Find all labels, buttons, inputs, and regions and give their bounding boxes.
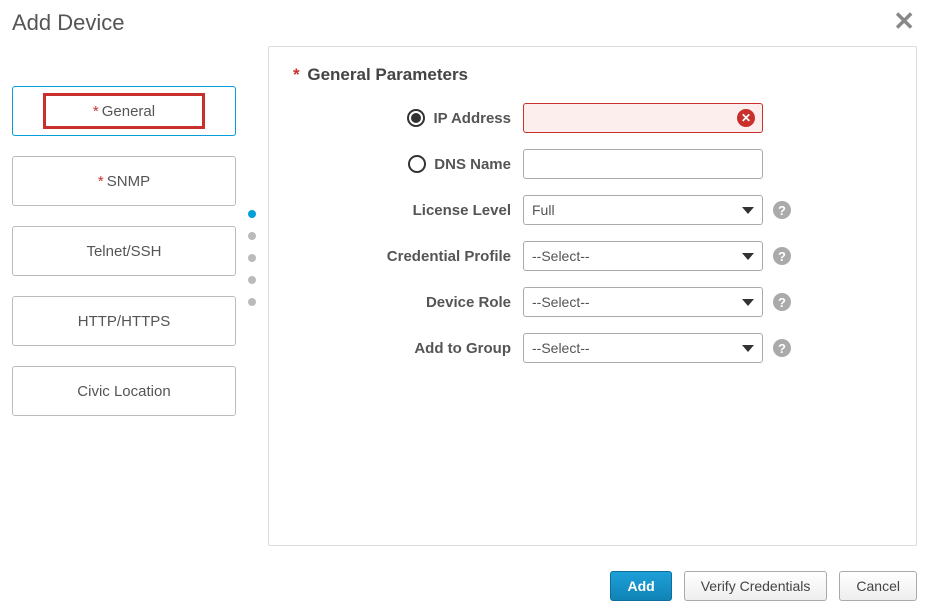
help-icon[interactable]: ? bbox=[773, 293, 791, 311]
verify-credentials-button[interactable]: Verify Credentials bbox=[684, 571, 828, 601]
ip-address-radio[interactable] bbox=[407, 109, 425, 127]
help-icon[interactable]: ? bbox=[773, 339, 791, 357]
sidebar-item-telnet-ssh[interactable]: Telnet/SSH bbox=[12, 226, 236, 276]
required-star: * bbox=[98, 173, 104, 190]
sidebar-item-label: General bbox=[102, 103, 155, 120]
help-icon[interactable]: ? bbox=[773, 247, 791, 265]
add-to-group-select[interactable]: --Select-- bbox=[523, 333, 763, 363]
credential-profile-select[interactable]: --Select-- bbox=[523, 241, 763, 271]
sidebar-item-label: SNMP bbox=[107, 173, 150, 190]
select-value: Full bbox=[532, 202, 555, 218]
sidebar-item-civic-location[interactable]: Civic Location bbox=[12, 366, 236, 416]
ip-address-input[interactable] bbox=[523, 103, 763, 133]
dns-name-radio[interactable] bbox=[408, 155, 426, 173]
progress-dot bbox=[248, 232, 256, 240]
sidebar-item-label: HTTP/HTTPS bbox=[78, 313, 171, 330]
required-star: * bbox=[93, 103, 99, 120]
chevron-down-icon bbox=[742, 253, 754, 260]
select-value: --Select-- bbox=[532, 294, 590, 310]
select-value: --Select-- bbox=[532, 248, 590, 264]
section-title-text: General Parameters bbox=[307, 65, 468, 84]
device-role-select[interactable]: --Select-- bbox=[523, 287, 763, 317]
close-icon[interactable]: ✕ bbox=[893, 8, 915, 34]
add-button[interactable]: Add bbox=[610, 571, 671, 601]
credential-profile-label: Credential Profile bbox=[293, 248, 523, 265]
dialog-title: Add Device bbox=[0, 0, 929, 36]
chevron-down-icon bbox=[742, 299, 754, 306]
progress-dots bbox=[236, 46, 268, 546]
dns-name-label-cell: DNS Name bbox=[293, 155, 523, 173]
sidebar: * General * SNMP Telnet/SSH HTTP/HTTPS C… bbox=[12, 46, 236, 546]
chevron-down-icon bbox=[742, 345, 754, 352]
progress-dot bbox=[248, 298, 256, 306]
dns-name-input[interactable] bbox=[523, 149, 763, 179]
sidebar-item-snmp[interactable]: * SNMP bbox=[12, 156, 236, 206]
dns-name-label: DNS Name bbox=[434, 156, 511, 173]
sidebar-item-http-https[interactable]: HTTP/HTTPS bbox=[12, 296, 236, 346]
help-icon[interactable]: ? bbox=[773, 201, 791, 219]
error-icon: ✕ bbox=[737, 109, 755, 127]
chevron-down-icon bbox=[742, 207, 754, 214]
required-star: * bbox=[293, 65, 300, 84]
select-value: --Select-- bbox=[532, 340, 590, 356]
sidebar-item-label: Telnet/SSH bbox=[86, 243, 161, 260]
content-panel: * General Parameters IP Address ✕ DNS Na… bbox=[268, 46, 917, 546]
sidebar-item-general[interactable]: * General bbox=[12, 86, 236, 136]
sidebar-item-label: Civic Location bbox=[77, 383, 170, 400]
ip-address-label: IP Address bbox=[433, 110, 511, 127]
license-level-select[interactable]: Full bbox=[523, 195, 763, 225]
device-role-label: Device Role bbox=[293, 294, 523, 311]
license-level-label: License Level bbox=[293, 202, 523, 219]
add-to-group-label: Add to Group bbox=[293, 340, 523, 357]
progress-dot bbox=[248, 254, 256, 262]
ip-address-label-cell: IP Address bbox=[293, 109, 523, 127]
section-title: * General Parameters bbox=[293, 65, 892, 85]
progress-dot bbox=[248, 276, 256, 284]
progress-dot bbox=[248, 210, 256, 218]
cancel-button[interactable]: Cancel bbox=[839, 571, 917, 601]
footer-buttons: Add Verify Credentials Cancel bbox=[610, 571, 917, 601]
